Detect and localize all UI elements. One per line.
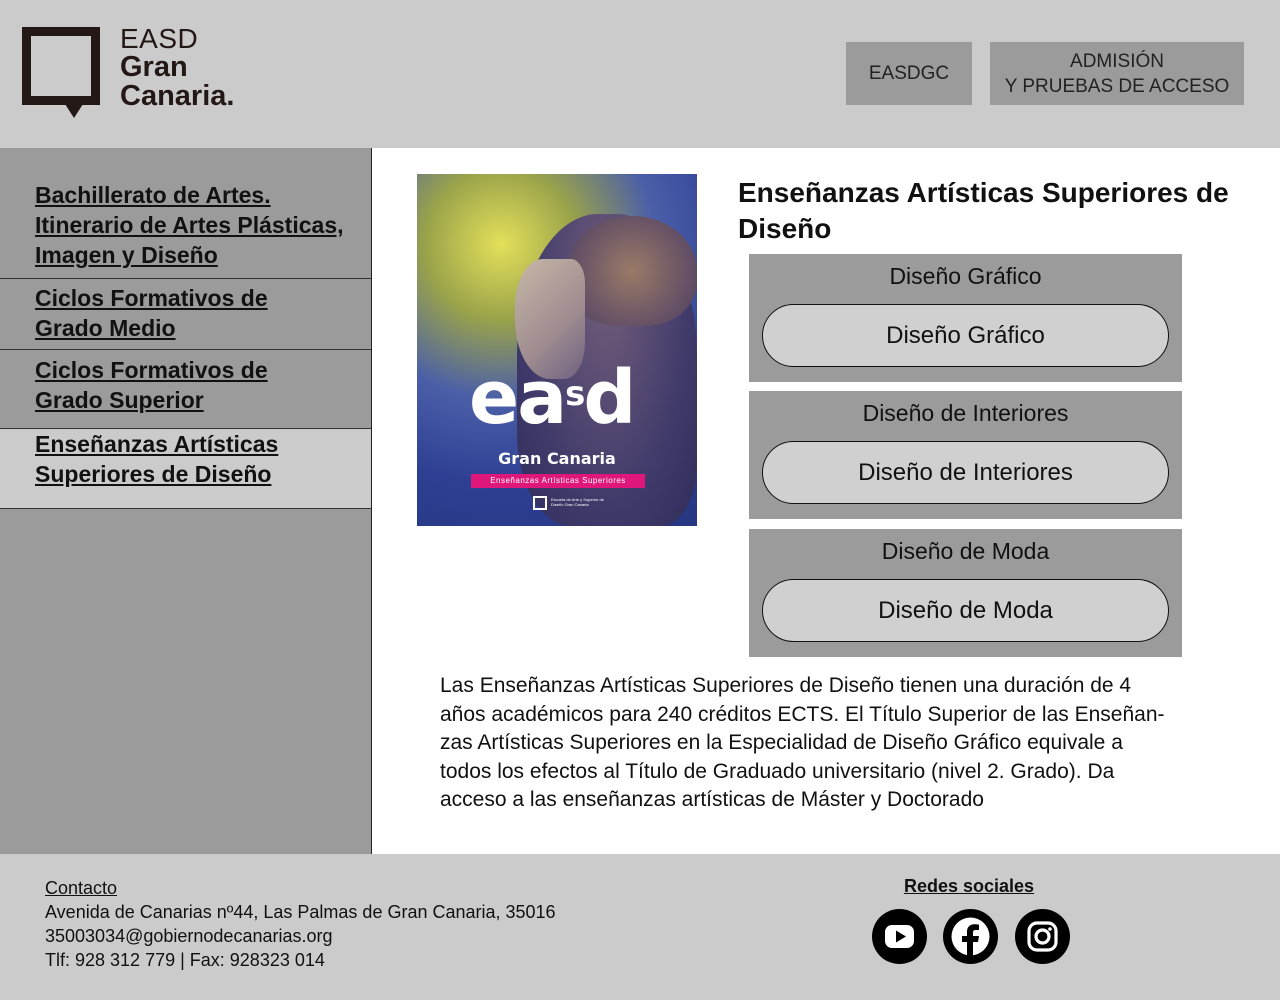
course-group-interiores: Diseño de Interiores Diseño de Interiore…	[749, 391, 1182, 519]
sidebar-item-label: Ciclos Formativos de	[35, 357, 268, 383]
sidebar-item-bachillerato[interactable]: Bachillerato de Artes. Itinerario de Art…	[0, 148, 371, 279]
course-group-label: Diseño de Moda	[881, 538, 1050, 564]
description-line: años académicos para 240 créditos ECTS. …	[440, 702, 1165, 726]
contact-email[interactable]: 35003034@gobiernodecanarias.org	[45, 924, 556, 948]
social-title: Redes sociales	[903, 876, 1035, 896]
main-content: easd Gran Canaria Enseñanzas Artísticas …	[372, 148, 1280, 854]
description-line: Las Enseñanzas Artísticas Superiores de …	[440, 674, 1132, 697]
poster-brand-ea: ea	[469, 355, 567, 441]
logo-line-1: EASD	[120, 23, 199, 54]
youtube-icon[interactable]	[872, 909, 927, 964]
contact-link[interactable]: Contacto	[45, 876, 556, 900]
contact-address: Avenida de Canarias nº44, Las Palmas de …	[45, 902, 556, 922]
logo-pointer-icon	[65, 104, 83, 118]
course-group-grafico: Diseño Gráfico Diseño Gráfico	[749, 254, 1182, 382]
course-poster-image: easd Gran Canaria Enseñanzas Artísticas …	[417, 174, 697, 526]
sidebar-item-ensenanzas-artisticas[interactable]: Enseñanzas Artísticas Superiores de Dise…	[0, 429, 371, 509]
poster-mini-logo-icon	[533, 496, 547, 510]
sidebar-item-grado-medio[interactable]: Ciclos Formativos de Grado Medio	[0, 279, 371, 350]
poster-brand: easd	[469, 354, 636, 441]
poster-hair	[567, 216, 697, 326]
sidebar-item-label: Itinerario de Artes Plásticas,	[35, 212, 344, 238]
sidebar-item-label: Imagen y Diseño	[35, 242, 218, 268]
admision-button[interactable]: ADMISIÓN Y PRUEBAS DE ACCESO	[990, 42, 1244, 105]
poster-band: Enseñanzas Artísticas Superiores	[471, 474, 645, 488]
sidebar-item-label: Grado Superior	[35, 387, 204, 413]
contact-phone: Tlf: 928 312 779 | Fax: 928323 014	[45, 950, 325, 970]
logo-line-3: Canaria.	[120, 80, 235, 112]
course-button-moda[interactable]: Diseño de Moda	[762, 579, 1169, 642]
page-title: Enseñanzas Artísticas Superiores de Dise…	[738, 177, 1229, 244]
contact-block: Contacto Avenida de Canarias nº44, Las P…	[45, 876, 556, 972]
easd-logo[interactable]: EASD Gran Canaria.	[22, 24, 272, 124]
facebook-icon[interactable]	[943, 909, 998, 964]
sidebar-item-label: Grado Medio	[35, 315, 176, 341]
easdgc-button[interactable]: EASDGC	[846, 42, 972, 105]
course-group-label: Diseño de Interiores	[862, 400, 1069, 426]
sidebar-item-grado-superior[interactable]: Ciclos Formativos de Grado Superior	[0, 350, 371, 429]
logo-square-icon	[22, 27, 100, 105]
description-line: todos los efectos al Título de Graduado …	[440, 759, 1115, 783]
course-button-interiores[interactable]: Diseño de Interiores	[762, 441, 1169, 504]
description-line: zas Artísticas Superiores en la Especial…	[440, 731, 1123, 754]
poster-gran-canaria: Gran Canaria	[498, 449, 616, 468]
sidebar-item-label: Ciclos Formativos de	[35, 285, 268, 311]
poster-mini-text: Escuela de Arte y Superior de Diseño Gra…	[551, 497, 604, 507]
admision-line-1: ADMISIÓN	[1070, 50, 1164, 72]
logo-line-2: Gran	[120, 51, 188, 83]
poster-brand-s: s	[565, 374, 585, 414]
course-group-moda: Diseño de Moda Diseño de Moda	[749, 529, 1182, 657]
sidebar-item-label: Superiores de Diseño	[35, 461, 272, 487]
course-description: Las Enseñanzas Artísticas Superiores de …	[440, 672, 1200, 815]
course-button-grafico[interactable]: Diseño Gráfico	[762, 304, 1169, 367]
course-group-label: Diseño Gráfico	[889, 263, 1042, 289]
admision-line-2: Y PRUEBAS DE ACCESO	[1004, 75, 1230, 97]
sidebar: Bachillerato de Artes. Itinerario de Art…	[0, 148, 372, 854]
logo-text: EASD Gran Canaria.	[120, 24, 234, 111]
sidebar-item-label: Enseñanzas Artísticas	[35, 431, 279, 457]
instagram-icon[interactable]	[1015, 909, 1070, 964]
site-header: EASD Gran Canaria. EASDGC ADMISIÓN Y PRU…	[0, 0, 1280, 148]
sidebar-item-label: Bachillerato de Artes.	[35, 182, 271, 208]
site-footer: Contacto Avenida de Canarias nº44, Las P…	[0, 854, 1280, 1000]
poster-brand-d: d	[583, 355, 636, 441]
description-line: acceso a las enseñanzas artísticas de Má…	[440, 788, 984, 811]
